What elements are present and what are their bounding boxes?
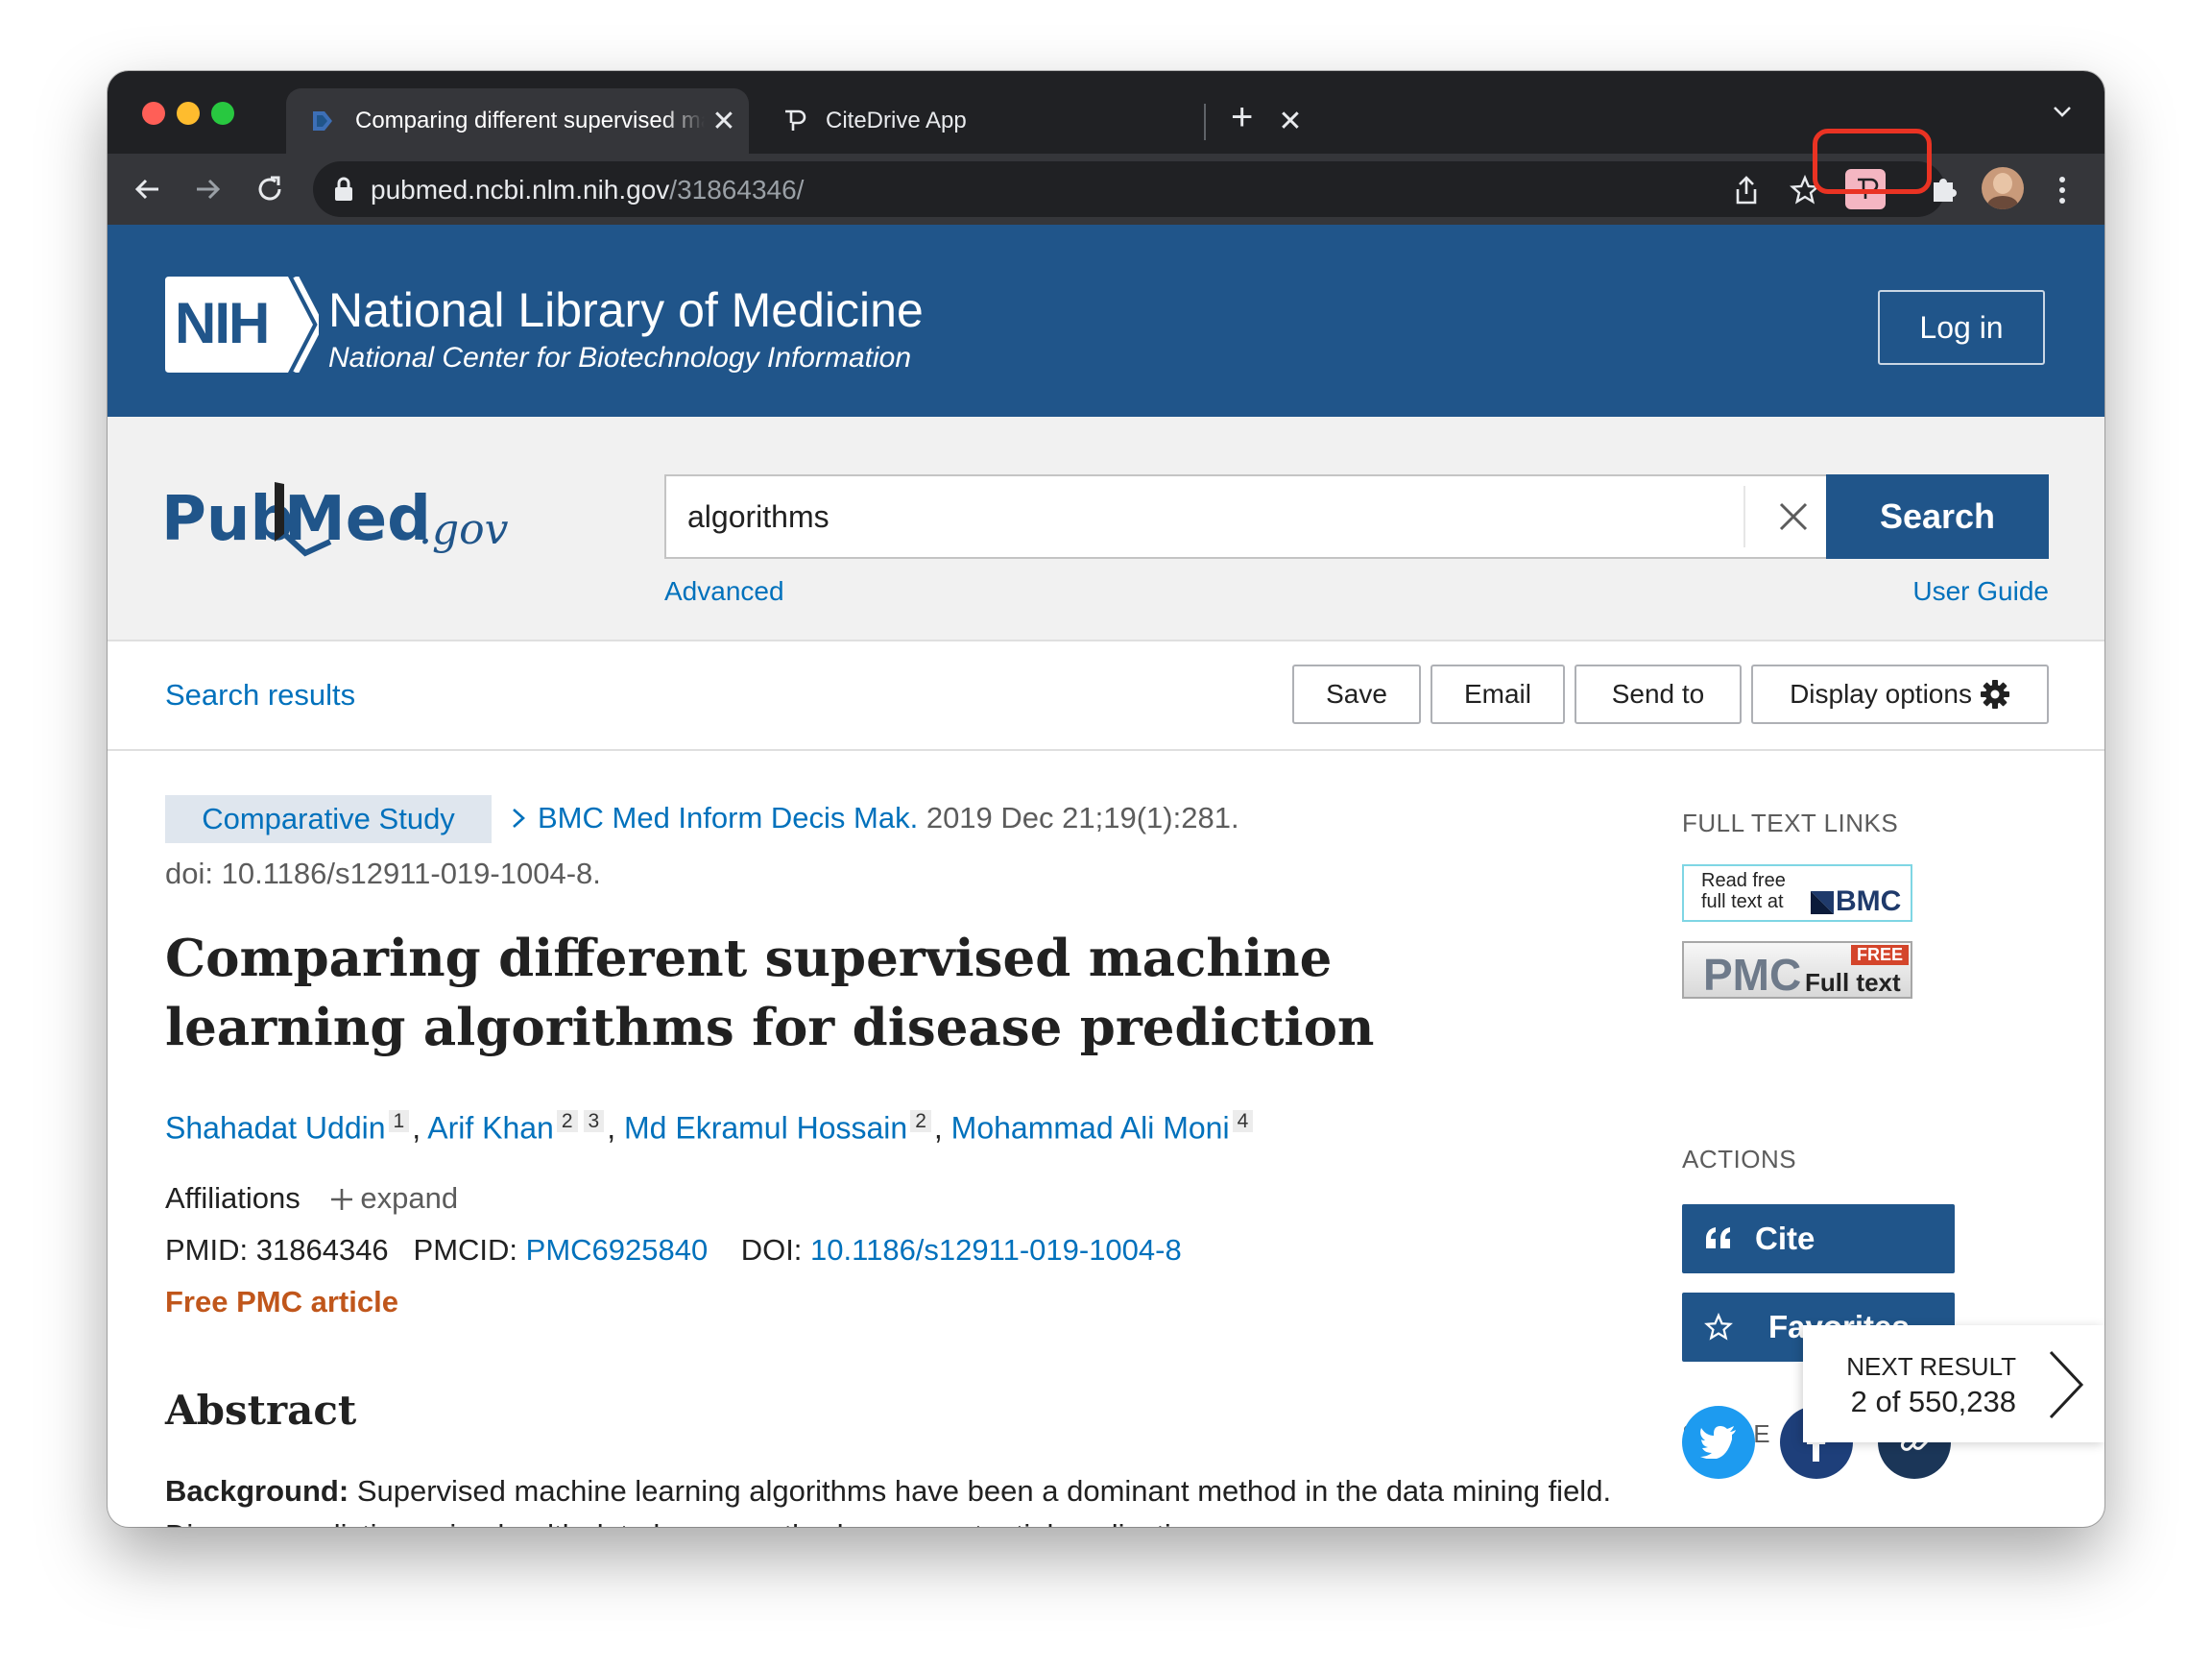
search-box [664,474,1861,559]
login-button[interactable]: Log in [1878,290,2045,365]
lock-icon [335,177,352,201]
svg-text:Pub: Pub [161,484,294,555]
author-list: Shahadat Uddin 1, Arif Khan 2 3, Md Ekramul… [165,1110,1256,1147]
pubmed-logo[interactable]: Pub Med .gov [161,455,526,561]
tab-search-chevron-icon[interactable] [2051,100,2074,123]
citedrive-favicon-icon [785,109,806,131]
affiliation-ref[interactable]: 2 [910,1110,931,1132]
pmcid-link[interactable]: PMC6925840 [526,1233,709,1267]
tab-strip: Comparing different supervised machine l… [108,71,2104,154]
quote-icon [1682,1227,1755,1250]
affiliations-toggle[interactable]: Affiliations expand [165,1181,458,1216]
url-text: pubmed.ncbi.nlm.nih.gov/31864346/ [371,175,805,205]
author-link[interactable]: Md Ekramul Hossain [624,1111,907,1146]
doi-line: doi: 10.1186/s12911-019-1004-8. [165,857,601,890]
email-button[interactable]: Email [1431,665,1565,724]
chevron-right-icon [513,809,525,828]
browser-window: Comparing different supervised machine l… [108,71,2104,1527]
plus-icon [331,1189,353,1210]
tab-pubmed[interactable]: Comparing different supervised machine l… [286,88,749,154]
clear-search-icon[interactable] [1753,476,1834,557]
close-tab-icon[interactable]: ✕ [1271,105,1310,138]
author-link[interactable]: Arif Khan [427,1111,554,1146]
save-button[interactable]: Save [1292,665,1421,724]
actions-heading: ACTIONS [1682,1145,1797,1173]
close-window-button[interactable] [142,102,165,125]
extensions-puzzle-icon[interactable] [1928,173,1960,206]
nih-title: National Library of Medicine [328,283,924,337]
cite-button[interactable]: Cite [1682,1204,1955,1273]
affiliation-ref[interactable]: 4 [1232,1110,1254,1132]
display-options-button[interactable]: Display options [1751,665,2049,724]
full-text-links-heading: FULL TEXT LINKS [1682,809,1899,837]
search-band: Pub Med .gov Search Advanced User Guide [108,417,2104,641]
pmid-value: 31864346 [255,1233,389,1267]
nih-subtitle: National Center for Biotechnology Inform… [328,342,912,374]
pubmed-favicon-icon [313,111,332,131]
reload-icon[interactable] [252,171,288,207]
minimize-window-button[interactable] [177,102,200,125]
svg-text:Med: Med [284,484,431,555]
article-title: Comparing different supervised machine l… [165,929,1375,1057]
extension-highlight-box [1813,129,1932,194]
expand-label: expand [360,1181,459,1215]
tab-title: Comparing different supervised machine l… [355,108,705,133]
zoom-window-button[interactable] [211,102,234,125]
author-link[interactable]: Mohammad Ali Moni [951,1111,1230,1146]
clear-separator [1743,486,1745,547]
bmc-full-text-link[interactable]: Read free full text at BMC [1682,864,1912,922]
journal-link[interactable]: BMC Med Inform Decis Mak. [538,801,918,834]
citation-date: 2019 Dec 21;19(1):281. [926,801,1239,834]
profile-avatar[interactable] [1982,167,2024,209]
next-result-count: 2 of 550,238 [1850,1385,2016,1418]
article-identifiers: PMID: 31864346 PMCID: PMC6925840 DOI: 10… [165,1233,1182,1267]
chevron-right-icon[interactable] [2047,1350,2085,1419]
browser-menu-icon[interactable] [2056,175,2068,206]
cite-label: Cite [1755,1221,1815,1256]
publication-type-badge[interactable]: Comparative Study [165,795,492,843]
abstract-heading: Abstract [165,1387,357,1434]
gear-icon [1980,680,2009,709]
doi-link[interactable]: 10.1186/s12911-019-1004-8 [810,1233,1182,1267]
next-result-panel[interactable]: NEXT RESULT 2 of 550,238 [1803,1325,2104,1442]
back-icon[interactable] [129,171,165,207]
next-result-label: NEXT RESULT [1846,1352,2016,1381]
user-guide-link[interactable]: User Guide [1912,576,2049,607]
affiliations-label: Affiliations [165,1181,301,1215]
pmc-full-text-link[interactable]: PMC FREE Full text [1682,941,1912,1000]
share-page-icon[interactable] [1732,175,1761,206]
bmc-logo-icon [1811,891,1834,914]
new-tab-button[interactable]: + [1231,98,1253,136]
nih-logo[interactable]: NIH [165,275,325,377]
affiliation-ref[interactable]: 2 [556,1110,578,1132]
display-options-label: Display options [1790,679,1972,709]
search-input[interactable] [666,476,1732,557]
search-button[interactable]: Search [1826,474,2049,559]
close-tab-icon[interactable]: ✕ [705,105,743,138]
nih-header: NIH National Library of Medicine Nationa… [108,225,2104,417]
abstract-text: Background: Supervised machine learning … [165,1474,1612,1527]
search-results-link[interactable]: Search results [165,678,355,713]
tab-separator [1204,104,1206,140]
affiliation-ref[interactable]: 1 [388,1110,410,1132]
free-pmc-article-label: Free PMC article [165,1285,398,1318]
send-to-button[interactable]: Send to [1575,665,1742,724]
browser-toolbar: pubmed.ncbi.nlm.nih.gov/31864346/ [108,154,2104,225]
author-link[interactable]: Shahadat Uddin [165,1111,386,1146]
star-outline-icon [1682,1313,1755,1342]
svg-text:.gov: .gov [419,505,509,554]
results-actions-bar: Search results Save Email Send to Displa… [108,641,2104,751]
address-bar[interactable]: pubmed.ncbi.nlm.nih.gov/31864346/ [313,161,1945,217]
forward-icon[interactable] [190,171,227,207]
twitter-share-icon[interactable] [1682,1406,1755,1479]
affiliation-ref[interactable]: 3 [583,1110,605,1132]
journal-citation: BMC Med Inform Decis Mak. 2019 Dec 21;19… [509,801,1239,835]
advanced-search-link[interactable]: Advanced [664,576,784,607]
nih-logo-text: NIH [175,291,270,355]
